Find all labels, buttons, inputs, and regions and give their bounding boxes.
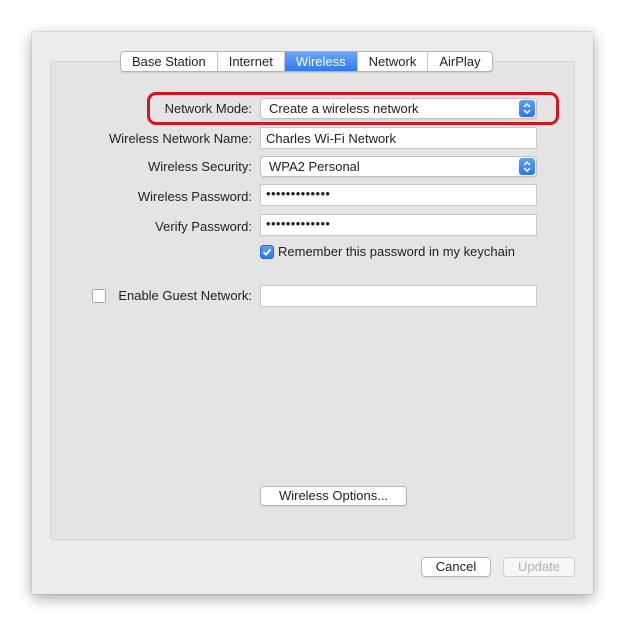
password-label: Wireless Password: <box>137 189 252 204</box>
security-popup[interactable]: WPA2 Personal <box>260 156 537 177</box>
checkmark-icon <box>262 248 272 256</box>
tab-internet[interactable]: Internet <box>217 52 285 71</box>
tab-wireless[interactable]: Wireless <box>284 52 358 71</box>
tab-bar: Base Station Internet Wireless Network A… <box>120 51 493 72</box>
password-value: ••••••••••••• <box>266 186 331 201</box>
network-name-label: Wireless Network Name: <box>108 131 252 146</box>
security-value: WPA2 Personal <box>269 159 360 174</box>
guest-network-field[interactable] <box>260 285 537 307</box>
guest-network-label: Enable Guest Network: <box>118 288 252 303</box>
password-field[interactable]: ••••••••••••• <box>260 184 537 206</box>
tab-network[interactable]: Network <box>357 52 429 71</box>
wireless-options-button[interactable]: Wireless Options... <box>260 486 407 506</box>
network-name-value: Charles Wi-Fi Network <box>266 131 397 146</box>
cancel-button[interactable]: Cancel <box>421 557 491 577</box>
guest-network-checkbox[interactable] <box>92 289 106 303</box>
update-button[interactable]: Update <box>503 557 575 577</box>
verify-value: ••••••••••••• <box>266 216 331 231</box>
security-label: Wireless Security: <box>147 159 252 174</box>
tab-airplay[interactable]: AirPlay <box>428 52 492 71</box>
network-mode-highlight <box>147 92 559 125</box>
remember-label: Remember this password in my keychain <box>278 244 515 259</box>
up-down-chevron-icon <box>519 158 535 175</box>
remember-checkbox[interactable] <box>260 245 274 259</box>
network-name-field[interactable]: Charles Wi-Fi Network <box>260 127 537 149</box>
verify-password-field[interactable]: ••••••••••••• <box>260 214 537 236</box>
verify-label: Verify Password: <box>155 219 252 234</box>
tab-base-station[interactable]: Base Station <box>121 52 218 71</box>
